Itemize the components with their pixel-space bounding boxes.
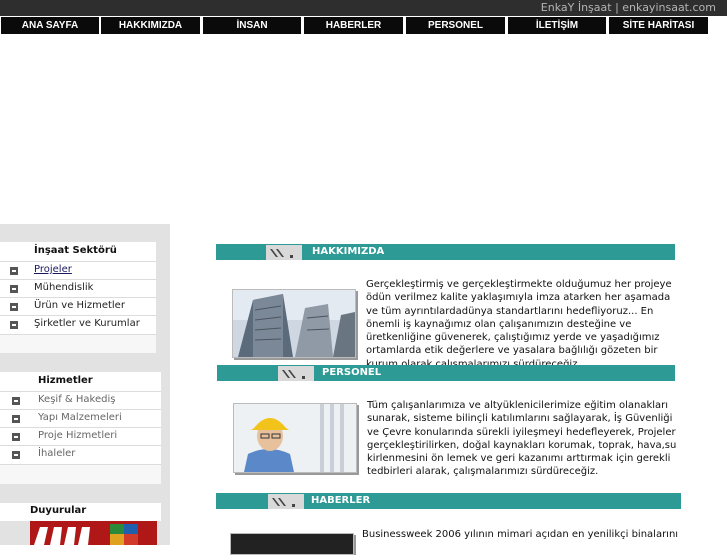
sidebar-item-label: Keşif & Hakediş <box>38 394 116 405</box>
announcements-title: Duyurular <box>30 505 87 516</box>
announcements-title-bar: Duyurular <box>0 503 161 521</box>
text-line: ve Çevre konularında sürekli iyileşmeyi … <box>367 426 676 438</box>
sidebar-item-label: İhaleler <box>38 448 76 459</box>
sector-menu-title: İnşaat Sektörü <box>34 245 117 256</box>
worker-photo <box>233 403 357 473</box>
services-menu-footer <box>0 464 161 484</box>
nav-hakkimizda[interactable]: HAKKIMIZDA <box>101 17 200 34</box>
plus-square-icon <box>10 285 18 293</box>
section-header-hakkimizda: HAKKIMIZDA <box>216 244 675 260</box>
plus-square-icon <box>12 433 20 441</box>
announcement-banner-image[interactable] <box>30 521 157 545</box>
text-line: gerçekleştirilirken, doğal kaynakları ko… <box>367 439 677 451</box>
sidebar-item-label: Projeler <box>34 264 72 275</box>
plus-square-icon <box>12 415 20 423</box>
sector-menu-box: İnşaat Sektörü Projeler Mühendislik Ürün… <box>0 242 156 353</box>
section-title: HABERLER <box>311 495 371 506</box>
text-line: tedbirleri alarak, çalışmalarımızı sürdü… <box>367 466 599 478</box>
sidebar-item-muhendislik[interactable]: Mühendislik <box>0 279 156 298</box>
sidebar-item-label: Şirketler ve Kurumlar <box>34 318 140 329</box>
text-line: ve tüm ayrıntılardadünya standartlarını … <box>366 305 654 317</box>
sidebar-item-label: Mühendislik <box>34 282 94 293</box>
double-chevron-logo-icon <box>268 494 304 509</box>
section-header-haberler: HABERLER <box>216 493 681 509</box>
sidebar-item-kesif-hakedis[interactable]: Keşif & Hakediş <box>0 391 161 410</box>
sector-menu-footer <box>0 334 156 353</box>
nav-personel[interactable]: PERSONEL <box>406 17 505 34</box>
section-text-hakkimizda: Gerçekleştirmiş ve gerçekleştirmekte old… <box>366 278 686 371</box>
plus-square-icon <box>10 303 18 311</box>
text-line: Businessweek 2006 yılının mimari açıdan … <box>362 529 679 540</box>
section-title: PERSONEL <box>322 367 382 378</box>
services-menu-title: Hizmetler <box>38 375 93 386</box>
section-text-personel: Tüm çalışanlarımıza ve altyüklenicilerim… <box>367 399 687 479</box>
sidebar-item-projeler[interactable]: Projeler <box>0 261 156 280</box>
sidebar-item-label: Yapı Malzemeleri <box>38 412 122 423</box>
text-line: üretkenliğine güvenerek, çalıştığımız ye… <box>366 332 660 344</box>
main-nav: ANA SAYFA HAKKIMIZDA İNSAN KAYNAKLARI HA… <box>0 16 727 48</box>
services-menu-title-bar: Hizmetler <box>0 372 161 391</box>
section-header-personel: PERSONEL <box>217 365 675 381</box>
sidebar-item-yapi-malzemeleri[interactable]: Yapı Malzemeleri <box>0 409 161 428</box>
nav-insan-kaynaklari[interactable]: İNSAN KAYNAKLARI <box>203 17 301 48</box>
sector-menu-title-bar: İnşaat Sektörü <box>0 242 156 261</box>
site-brand-text: EnkaY İnşaat | enkayinsaat.com <box>540 1 716 14</box>
sidebar-item-label: Proje Hizmetleri <box>38 430 118 441</box>
nav-ana-sayfa[interactable]: ANA SAYFA <box>1 17 99 34</box>
sidebar-item-label: Ürün ve Hizmetler <box>34 300 125 311</box>
building-photo <box>232 289 356 358</box>
plus-square-icon <box>12 451 20 459</box>
section-title: HAKKIMIZDA <box>312 246 385 257</box>
section-text-haberler: Businessweek 2006 yılının mimari açıdan … <box>362 528 692 541</box>
nav-haberler[interactable]: HABERLER <box>304 17 403 34</box>
text-line: önemli iş kaynağımız olan çalışanımızın … <box>366 318 632 330</box>
plus-square-icon <box>12 397 20 405</box>
sidebar-item-ihaleler[interactable]: İhaleler <box>0 445 161 464</box>
nav-site-haritasi[interactable]: SİTE HARİTASI <box>609 17 708 34</box>
sidebar-item-proje-hizmetleri[interactable]: Proje Hizmetleri <box>0 427 161 446</box>
sidebar-item-sirketler-ve-kurumlar[interactable]: Şirketler ve Kurumlar <box>0 315 156 334</box>
plus-square-icon <box>10 321 18 329</box>
banner-area <box>0 34 727 224</box>
text-line: ödün verilmez kalite yaklaşımıyla imza a… <box>366 292 671 304</box>
plus-square-icon <box>10 267 18 275</box>
double-chevron-logo-icon <box>278 366 314 381</box>
news-photo <box>230 533 354 555</box>
nav-iletisim[interactable]: İLETİŞİM <box>508 17 606 34</box>
double-chevron-logo-icon <box>266 245 302 260</box>
text-line: kirlenmesini ön lemek ve geri kazanımı a… <box>367 453 671 465</box>
top-bar: EnkaY İnşaat | enkayinsaat.com <box>0 0 727 16</box>
sidebar-item-urun-ve-hizmetler[interactable]: Ürün ve Hizmetler <box>0 297 156 316</box>
text-line: Gerçekleştirmiş ve gerçekleştirmekte old… <box>366 279 672 290</box>
services-menu-box: Hizmetler Keşif & Hakediş Yapı Malzemele… <box>0 372 161 484</box>
text-line: Tüm çalışanlarımıza ve altyüklenicilerim… <box>367 400 669 411</box>
text-line: ortamlarda etik değerlere ve yasalara ba… <box>366 345 658 357</box>
text-line: sunarak, sisteme bilinçli katılımlarını … <box>367 413 673 425</box>
